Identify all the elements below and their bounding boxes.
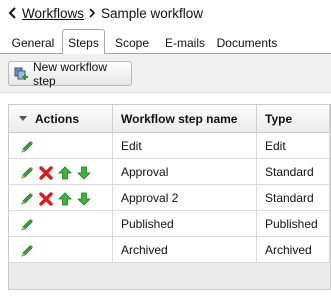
tab-general[interactable]: General: [8, 32, 58, 54]
move-up-icon[interactable]: [57, 164, 73, 180]
workflow-steps-grid: Actions Workflow step name Type Edit Edit…: [8, 104, 331, 290]
row-type: Standard: [257, 159, 330, 185]
row-step-name: Edit: [113, 133, 257, 159]
header-actions-label: Actions: [35, 112, 80, 126]
row-type: Archived: [257, 237, 330, 263]
row-actions: [9, 185, 113, 211]
row-type: Published: [257, 211, 330, 237]
tab-scope[interactable]: Scope: [112, 32, 152, 54]
chevron-left-icon: [8, 6, 18, 20]
tab-documents[interactable]: Documents: [216, 32, 278, 54]
sort-down-icon[interactable]: [19, 116, 27, 121]
row-step-name: Published: [113, 211, 257, 237]
edit-icon[interactable]: [19, 190, 35, 206]
table-row: Edit Edit: [9, 133, 330, 159]
move-up-icon[interactable]: [57, 190, 73, 206]
new-workflow-step-button[interactable]: New workflow step: [8, 59, 132, 88]
move-down-icon[interactable]: [76, 164, 92, 180]
grid-footer: [9, 263, 330, 289]
table-row: Published Published: [9, 211, 330, 237]
edit-icon[interactable]: [19, 138, 35, 154]
row-type: Standard: [257, 185, 330, 211]
row-actions: [9, 159, 113, 185]
table-row: Approval Standard: [9, 159, 330, 185]
breadcrumb-separator-icon: [89, 6, 96, 21]
edit-icon[interactable]: [19, 216, 35, 232]
breadcrumb-workflows-link[interactable]: Workflows: [22, 6, 84, 21]
add-step-icon: [13, 66, 29, 82]
row-actions: [9, 133, 113, 159]
delete-icon[interactable]: [38, 164, 54, 180]
row-step-name: Approval: [113, 159, 257, 185]
new-workflow-step-label: New workflow step: [33, 59, 108, 88]
breadcrumb: Workflows Sample workflow: [8, 2, 203, 24]
delete-icon[interactable]: [38, 190, 54, 206]
row-type: Edit: [257, 133, 330, 159]
breadcrumb-current: Sample workflow: [101, 5, 204, 21]
row-step-name: Approval 2: [113, 185, 257, 211]
grid-header: Actions Workflow step name Type: [9, 105, 330, 133]
header-type[interactable]: Type: [257, 105, 330, 133]
toolbar: New workflow step: [0, 54, 331, 93]
edit-icon[interactable]: [19, 164, 35, 180]
tab-steps[interactable]: Steps: [62, 29, 105, 55]
tab-bar: General Steps Scope E-mails Documents: [0, 29, 331, 55]
row-step-name: Archived: [113, 237, 257, 263]
edit-icon[interactable]: [19, 242, 35, 258]
header-actions[interactable]: Actions: [9, 105, 113, 133]
table-row: Archived Archived: [9, 237, 330, 263]
move-down-icon[interactable]: [76, 190, 92, 206]
header-step-name[interactable]: Workflow step name: [113, 105, 257, 133]
row-actions: [9, 211, 113, 237]
tab-emails[interactable]: E-mails: [162, 32, 208, 54]
row-actions: [9, 237, 113, 263]
table-row: Approval 2 Standard: [9, 185, 330, 211]
